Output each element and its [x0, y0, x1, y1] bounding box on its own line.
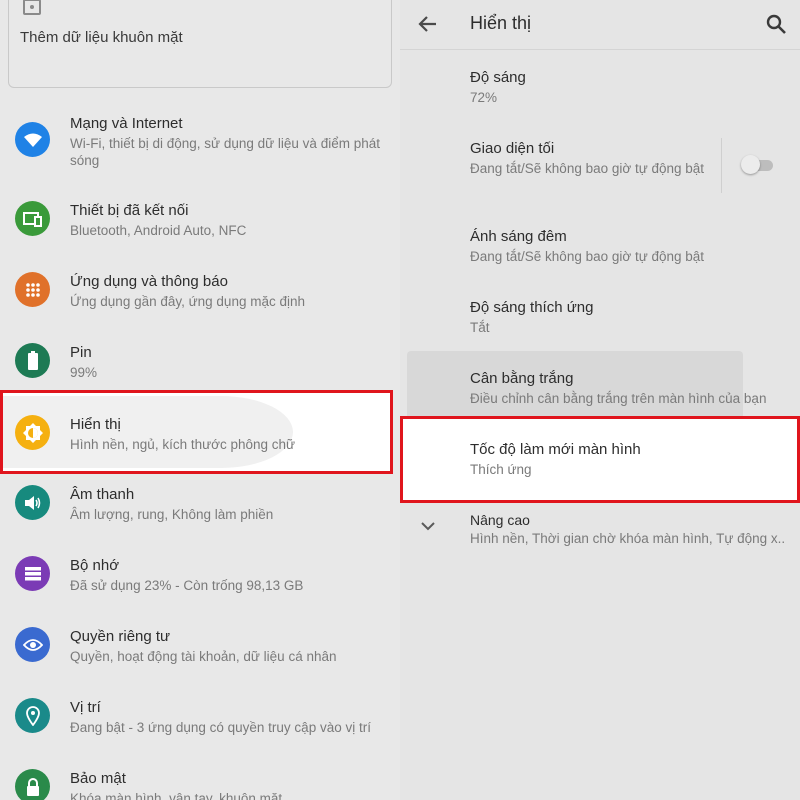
settings-item-title: Vị trí [70, 699, 101, 716]
settings-item-title: Thiết bị đã kết nối [70, 202, 189, 219]
dark-theme-toggle[interactable] [741, 155, 773, 174]
settings-item-network[interactable]: Mạng và Internet Wi-Fi, thiết bị di động… [0, 112, 400, 182]
settings-item-title: Bộ nhớ [70, 557, 120, 574]
settings-item-subtitle: Ứng dụng gần đây, ứng dụng mặc định [70, 294, 305, 309]
settings-item-subtitle: Khóa màn hình, vân tay, khuôn mặt [70, 791, 283, 800]
face-data-label: Thêm dữ liệu khuôn mặt [20, 29, 183, 46]
settings-item-title: Mạng và Internet [70, 115, 183, 132]
devices-icon [15, 201, 50, 236]
display-item-night-light[interactable]: Ánh sáng đêm Đang tắt/Sẽ không bao giờ t… [400, 225, 800, 273]
display-item-subtitle: 72% [470, 90, 498, 105]
toggle-divider [721, 138, 722, 193]
display-item-subtitle: Đang tắt/Sẽ không bao giờ tự động bật [470, 249, 705, 264]
location-icon [15, 698, 50, 733]
face-data-card[interactable]: ⌃⌃ Thêm dữ liệu khuôn mặt [8, 0, 392, 88]
apps-icon [15, 272, 50, 307]
settings-item-subtitle: Bluetooth, Android Auto, NFC [70, 223, 247, 238]
app-bar: Hiển thị [400, 0, 800, 50]
face-lock-icon [23, 0, 41, 15]
display-item-white-balance[interactable]: Cân bằng trắng Điều chỉnh cân bằng trắng… [400, 367, 800, 415]
settings-item-subtitle: Wi-Fi, thiết bị di động, sử dụng dữ liệu… [70, 136, 380, 168]
display-item-title: Cân bằng trắng [470, 370, 574, 387]
settings-item-battery[interactable]: Pin 99% [0, 342, 400, 387]
settings-item-subtitle: Hình nền, ngủ, kích thước phông chữ [70, 437, 296, 452]
display-item-title: Ánh sáng đêm [470, 228, 567, 245]
more-icon: ⌃⌃ [357, 0, 381, 9]
brightness-icon [15, 415, 50, 450]
settings-main-panel: ⌃⌃ Thêm dữ liệu khuôn mặt Mạng và Intern… [0, 0, 400, 800]
wifi-icon [15, 122, 50, 157]
display-item-brightness[interactable]: Độ sáng 72% [400, 66, 800, 114]
display-item-subtitle: Đang tắt/Sẽ không bao giờ tự động bật [470, 161, 705, 176]
volume-icon [15, 485, 50, 520]
settings-item-subtitle: Âm lượng, rung, Không làm phiền [70, 507, 274, 522]
settings-item-title: Quyền riêng tư [70, 628, 171, 645]
settings-item-subtitle: Quyền, hoạt động tài khoản, dữ liệu cá n… [70, 649, 337, 664]
display-item-title: Tốc độ làm mới màn hình [470, 441, 641, 458]
settings-item-title: Bảo mật [70, 770, 126, 787]
settings-item-storage[interactable]: Bộ nhớ Đã sử dụng 23% - Còn trống 98,13 … [0, 555, 400, 600]
display-item-refresh-rate[interactable]: Tốc độ làm mới màn hình Thích ứng [400, 438, 800, 486]
search-icon[interactable] [764, 12, 788, 36]
display-item-title: Giao diện tối [470, 140, 555, 157]
settings-item-title: Âm thanh [70, 486, 135, 503]
settings-item-title: Ứng dụng và thông báo [70, 273, 228, 290]
lock-icon [15, 769, 50, 800]
settings-item-sound[interactable]: Âm thanh Âm lượng, rung, Không làm phiền [0, 484, 400, 529]
display-item-dark-theme[interactable]: Giao diện tối Đang tắt/Sẽ không bao giờ … [400, 137, 800, 197]
display-item-title: Độ sáng [470, 69, 526, 86]
settings-item-apps[interactable]: Ứng dụng và thông báo Ứng dụng gần đây, … [0, 271, 400, 331]
settings-item-subtitle: Đã sử dụng 23% - Còn trống 98,13 GB [70, 578, 304, 593]
page-title: Hiển thị [470, 13, 532, 33]
battery-icon [15, 343, 50, 378]
display-item-title: Độ sáng thích ứng [470, 299, 594, 316]
settings-item-security[interactable]: Bảo mật Khóa màn hình, vân tay, khuôn mặ… [0, 768, 400, 800]
display-item-subtitle: Tắt [470, 320, 490, 335]
display-item-subtitle: Điều chỉnh cân bằng trắng trên màn hình … [470, 391, 767, 406]
settings-item-title: Pin [70, 344, 92, 361]
settings-item-title: Hiển thị [70, 416, 121, 433]
display-item-subtitle: Hình nền, Thời gian chờ khóa màn hình, T… [470, 531, 786, 546]
settings-item-subtitle: 99% [70, 365, 98, 380]
settings-item-display[interactable]: Hiển thị Hình nền, ngủ, kích thước phông… [0, 413, 400, 458]
privacy-eye-icon [15, 627, 50, 662]
toggle-thumb [741, 155, 760, 174]
display-item-advanced[interactable]: Nâng cao Hình nền, Thời gian chờ khóa mà… [400, 510, 800, 558]
display-item-subtitle: Thích ứng [470, 462, 532, 477]
display-item-title: Nâng cao [470, 512, 530, 528]
settings-item-subtitle: Đang bật - 3 ứng dụng có quyền truy cập … [70, 720, 371, 735]
settings-item-connected-devices[interactable]: Thiết bị đã kết nối Bluetooth, Android A… [0, 200, 400, 260]
settings-item-location[interactable]: Vị trí Đang bật - 3 ứng dụng có quyền tr… [0, 697, 400, 742]
storage-icon [15, 556, 50, 591]
settings-item-privacy[interactable]: Quyền riêng tư Quyền, hoạt động tài khoả… [0, 626, 400, 671]
display-item-adaptive-brightness[interactable]: Độ sáng thích ứng Tắt [400, 296, 800, 344]
back-arrow-icon[interactable] [416, 12, 440, 36]
